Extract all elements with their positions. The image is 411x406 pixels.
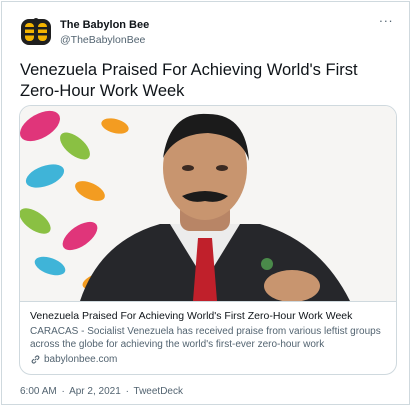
tweet-date[interactable]: Apr 2, 2021: [69, 386, 121, 397]
more-options-icon[interactable]: ···: [377, 14, 395, 28]
card-domain[interactable]: babylonbee.com: [30, 353, 388, 366]
article-photo[interactable]: [20, 106, 396, 301]
link-preview-card[interactable]: Venezuela Praised For Achieving World's …: [19, 105, 397, 375]
tweet-header: The Babylon Bee @TheBabylonBee ···: [20, 14, 395, 50]
card-title[interactable]: Venezuela Praised For Achieving World's …: [30, 310, 388, 323]
tweet-card[interactable]: The Babylon Bee @TheBabylonBee ··· Venez…: [1, 1, 410, 405]
user-handle[interactable]: @TheBabylonBee: [60, 34, 145, 46]
tweet-text: Venezuela Praised For Achieving World's …: [20, 61, 358, 100]
card-body[interactable]: Venezuela Praised For Achieving World's …: [20, 301, 396, 374]
link-icon: [31, 355, 40, 364]
tweet-source[interactable]: TweetDeck: [134, 386, 183, 397]
display-name[interactable]: The Babylon Bee: [60, 19, 149, 31]
meta-separator: ·: [125, 386, 129, 397]
bee-logo-icon[interactable]: [20, 16, 52, 48]
meta-separator: ·: [61, 386, 65, 397]
tweet-meta: 6:00 AM · Apr 2, 2021 · TweetDeck: [20, 386, 185, 397]
card-description: CARACAS - Socialist Venezuela has receiv…: [30, 326, 381, 350]
card-domain-text[interactable]: babylonbee.com: [44, 353, 117, 366]
tweet-time[interactable]: 6:00 AM: [20, 386, 57, 397]
